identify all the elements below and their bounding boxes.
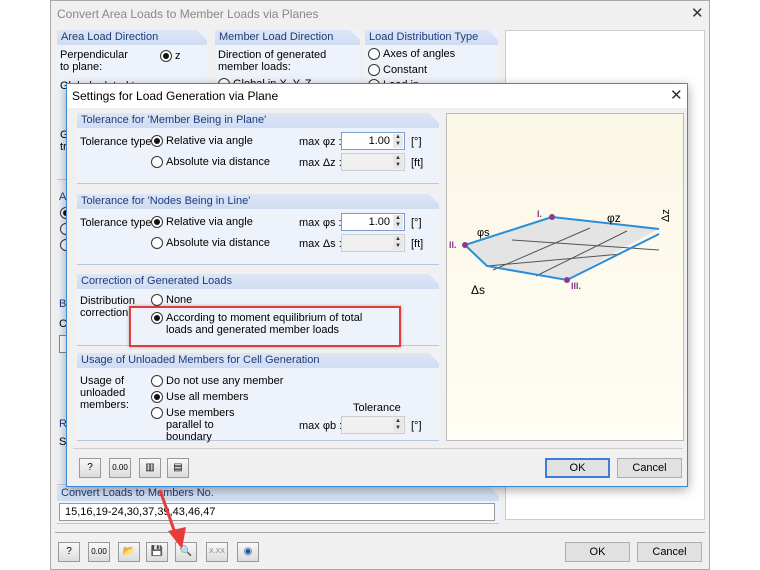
phis-label: φs (477, 227, 490, 239)
radio-relative-angle[interactable]: Relative via angle (151, 216, 253, 229)
radio-none[interactable]: None (151, 294, 192, 307)
group-header: Usage of Unloaded Members for Cell Gener… (77, 353, 439, 368)
max-ds-input[interactable]: ▲ ▼ (341, 234, 405, 252)
export-icon[interactable]: ▤ (167, 458, 189, 478)
load-settings-icon[interactable]: 🔍 (175, 542, 197, 562)
max-phiz-input[interactable]: 1.00 ▲ ▼ (341, 132, 405, 150)
usage-label: Usage of unloaded members: (80, 375, 129, 411)
group-header: Correction of Generated Loads (77, 274, 439, 289)
window-title: Convert Area Loads to Member Loads via P… (57, 7, 319, 21)
direction-label: Direction of generated member loads: (218, 49, 327, 73)
node-label: II. (449, 240, 457, 250)
radio-parallel-members[interactable]: Use members parallel to boundary (151, 407, 261, 443)
node-label: III. (571, 281, 581, 291)
perp-label: Perpendicular to plane: (60, 49, 128, 73)
max-phis-label: max φs : (299, 217, 342, 229)
numbering-icon[interactable]: X.XX (206, 542, 228, 562)
help-icon[interactable]: ? (79, 458, 101, 478)
unit-label: [ft] (411, 157, 424, 169)
close-icon[interactable]: ✕ (670, 86, 683, 104)
radio-z[interactable]: z (160, 50, 181, 63)
member-in-plane-group: Tolerance for 'Member Being in Plane' To… (77, 113, 439, 184)
radio-absolute-distance[interactable]: Absolute via distance (151, 237, 270, 250)
group-header: Convert Loads to Members No. (57, 486, 499, 501)
view-icon[interactable]: ◉ (237, 542, 259, 562)
divider (55, 532, 705, 533)
figure-panel: I. II. III. φz φs Δz Δs (446, 113, 684, 441)
tolerance-type-label: Tolerance type: (80, 136, 155, 148)
unit-label: [°] (411, 420, 422, 432)
radio-relative-angle[interactable]: Relative via angle (151, 135, 253, 148)
tolerance-type-label: Tolerance type: (80, 217, 155, 229)
import-icon[interactable]: ▥ (139, 458, 161, 478)
tolerance-label: Tolerance (353, 402, 401, 414)
radio-constant[interactable]: Constant (368, 64, 427, 77)
radio-axes-of-angles[interactable]: Axes of angles (368, 48, 455, 61)
group-header: Member Load Direction (215, 30, 360, 45)
settings-dialog: Settings for Load Generation via Plane ✕… (66, 83, 688, 487)
unit-label: [°] (411, 136, 422, 148)
group-header: Tolerance for 'Nodes Being in Line' (77, 194, 439, 209)
dialog-title: Settings for Load Generation via Plane (72, 89, 279, 103)
radio-all-members[interactable]: Use all members (151, 391, 249, 404)
dialog-cancel-button[interactable]: Cancel (617, 458, 682, 478)
unit-label: [°] (411, 217, 422, 229)
plane-diagram: I. II. III. φz φs Δz Δs (449, 209, 672, 297)
radio-absolute-distance[interactable]: Absolute via distance (151, 156, 270, 169)
units-icon[interactable]: 0.00 (109, 458, 131, 478)
members-input[interactable]: 15,16,19-24,30,37,39,43,46,47 (59, 503, 495, 521)
units-icon[interactable]: 0.00 (88, 542, 110, 562)
radio-no-member[interactable]: Do not use any member (151, 375, 283, 388)
ok-button[interactable]: OK (565, 542, 630, 562)
save-icon[interactable]: 💾 (146, 542, 168, 562)
open-folder-icon[interactable]: 📂 (118, 542, 140, 562)
max-dz-label: max Δz : (299, 157, 342, 169)
nodes-in-line-group: Tolerance for 'Nodes Being in Line' Tole… (77, 194, 439, 265)
ds-label: Δs (471, 283, 485, 297)
dz-label: Δz (660, 209, 672, 222)
group-header: Area Load Direction (57, 30, 207, 45)
unit-label: [ft] (411, 238, 424, 250)
highlight-box (129, 306, 401, 347)
max-ds-label: max Δs : (299, 238, 342, 250)
max-phiz-label: max φz : (299, 136, 342, 148)
phiz-label: φz (607, 211, 621, 225)
max-dz-input[interactable]: ▲ ▼ (341, 153, 405, 171)
max-phib-label: max φb : (299, 420, 343, 432)
close-icon[interactable]: ✕ (691, 4, 704, 22)
group-header: Tolerance for 'Member Being in Plane' (77, 113, 439, 128)
help-icon[interactable]: ? (58, 542, 80, 562)
max-phib-input[interactable]: ▲ ▼ (341, 416, 405, 434)
convert-members-group: Convert Loads to Members No. 15,16,19-24… (57, 486, 499, 524)
dialog-titlebar: Settings for Load Generation via Plane ✕ (67, 84, 687, 108)
group-header: Load Distribution Type (365, 30, 498, 45)
dialog-ok-button[interactable]: OK (545, 458, 610, 478)
divider (73, 448, 683, 449)
unloaded-members-group: Usage of Unloaded Members for Cell Gener… (77, 353, 439, 443)
max-phis-input[interactable]: 1.00 ▲ ▼ (341, 213, 405, 231)
node-label: I. (537, 209, 542, 219)
cancel-button[interactable]: Cancel (637, 542, 702, 562)
